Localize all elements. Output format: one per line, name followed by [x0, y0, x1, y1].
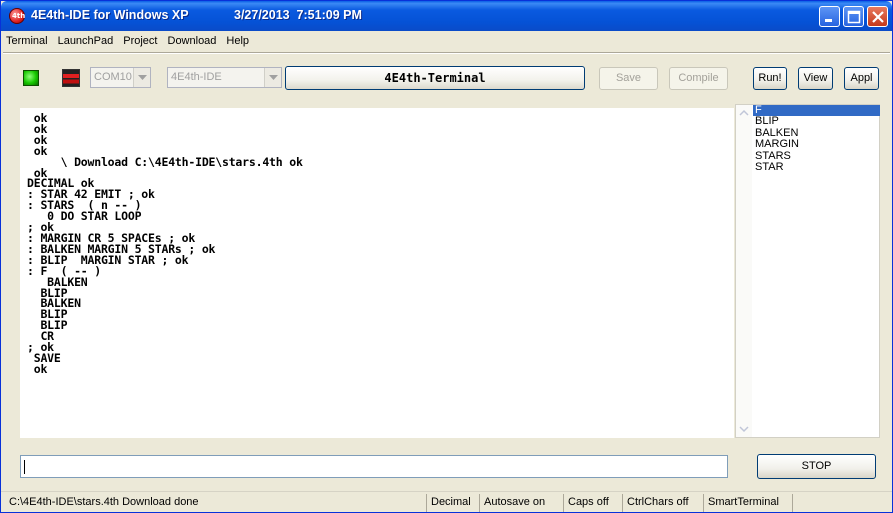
terminal-line: ok: [27, 111, 48, 125]
scroll-up-icon: [739, 109, 749, 116]
stop-button[interactable]: STOP: [757, 454, 876, 479]
appl-button[interactable]: Appl: [844, 67, 879, 90]
word-list[interactable]: F BLIP BALKEN MARGIN STARS STAR: [735, 104, 880, 438]
maximize-button[interactable]: [843, 6, 864, 27]
menu-download[interactable]: Download: [167, 35, 218, 47]
port-dropdown-button[interactable]: [133, 68, 150, 87]
terminal-line: ; ok: [27, 340, 54, 355]
menu-terminal[interactable]: Terminal: [5, 35, 49, 47]
window-title: 4E4th-IDE for Windows XP: [31, 8, 189, 22]
terminal-line: BALKEN: [27, 296, 81, 311]
command-input[interactable]: [20, 455, 728, 478]
close-button[interactable]: [867, 6, 888, 27]
run-button[interactable]: Run!: [753, 67, 787, 90]
port-value: COM10: [94, 71, 132, 83]
terminal-lines: ok ok ok ok \ Download C:\4E4th-IDE\star…: [27, 111, 303, 376]
view-button[interactable]: View: [798, 67, 833, 90]
terminal-line: 0 DO STAR LOOP: [27, 209, 142, 224]
menu-project[interactable]: Project: [122, 35, 158, 47]
maximize-icon: [847, 10, 861, 24]
disconnect-led-icon[interactable]: [62, 69, 80, 87]
terminal-line: BLIP: [27, 307, 68, 322]
status-mode: SmartTerminal: [703, 494, 791, 512]
terminal-line: ok: [27, 361, 48, 376]
chevron-down-icon: [269, 75, 278, 80]
minimize-button[interactable]: [819, 6, 840, 27]
word-list-item[interactable]: MARGIN: [753, 138, 880, 150]
status-base: Decimal: [426, 494, 478, 512]
close-icon: [872, 11, 884, 23]
scroll-down-button[interactable]: [736, 421, 752, 437]
window-datetime: 3/27/2013 7:51:09 PM: [234, 8, 362, 22]
terminal-line: ok: [27, 121, 48, 136]
status-extra: [792, 494, 888, 512]
terminal-output[interactable]: ok ok ok ok \ Download C:\4E4th-IDE\star…: [20, 108, 734, 438]
menu-launchpad[interactable]: LaunchPad: [57, 35, 115, 47]
toolbar-divider: [3, 52, 890, 54]
app-icon-text: 4th: [12, 12, 26, 20]
compile-button[interactable]: Compile: [669, 67, 728, 90]
chevron-down-icon: [138, 75, 147, 80]
word-list-items: F BLIP BALKEN MARGIN STARS STAR: [753, 104, 880, 173]
status-bar: C:\4E4th-IDE\stars.4th Download done Dec…: [1, 491, 892, 512]
project-dropdown-button[interactable]: [264, 68, 281, 87]
terminal-line: ok: [27, 132, 48, 147]
menu-help[interactable]: Help: [225, 35, 250, 47]
project-value: 4E4th-IDE: [171, 71, 222, 83]
scroll-up-button[interactable]: [736, 105, 752, 121]
status-autosave: Autosave on: [479, 494, 561, 512]
terminal-line: CR: [27, 329, 54, 344]
minimize-icon: [825, 19, 832, 22]
project-select[interactable]: 4E4th-IDE: [167, 67, 282, 88]
text-caret: [24, 460, 25, 474]
port-select[interactable]: COM10: [90, 67, 151, 88]
terminal-line: BALKEN: [27, 274, 88, 289]
save-button[interactable]: Save: [599, 67, 658, 90]
scroll-down-icon: [739, 426, 749, 433]
word-list-item[interactable]: STAR: [753, 161, 880, 173]
status-ctrlchars: CtrlChars off: [622, 494, 702, 512]
word-list-scrollbar[interactable]: [736, 105, 752, 437]
status-caps: Caps off: [563, 494, 621, 512]
app-window: 4th 4E4th-IDE for Windows XP 3/27/2013 7…: [0, 0, 893, 513]
connection-led-icon[interactable]: [23, 70, 39, 86]
title-bar[interactable]: 4th 4E4th-IDE for Windows XP 3/27/2013 7…: [1, 1, 892, 31]
menu-bar: Terminal LaunchPad Project Download Help: [5, 32, 258, 50]
terminal-line: SAVE: [27, 350, 61, 365]
terminal-line: BLIP: [27, 318, 68, 333]
app-icon[interactable]: 4th: [9, 8, 25, 24]
status-message: C:\4E4th-IDE\stars.4th Download done: [9, 496, 199, 508]
terminal-line: \ Download C:\4E4th-IDE\stars.4th ok: [27, 154, 303, 169]
terminal-title-button[interactable]: 4E4th-Terminal: [285, 66, 585, 90]
